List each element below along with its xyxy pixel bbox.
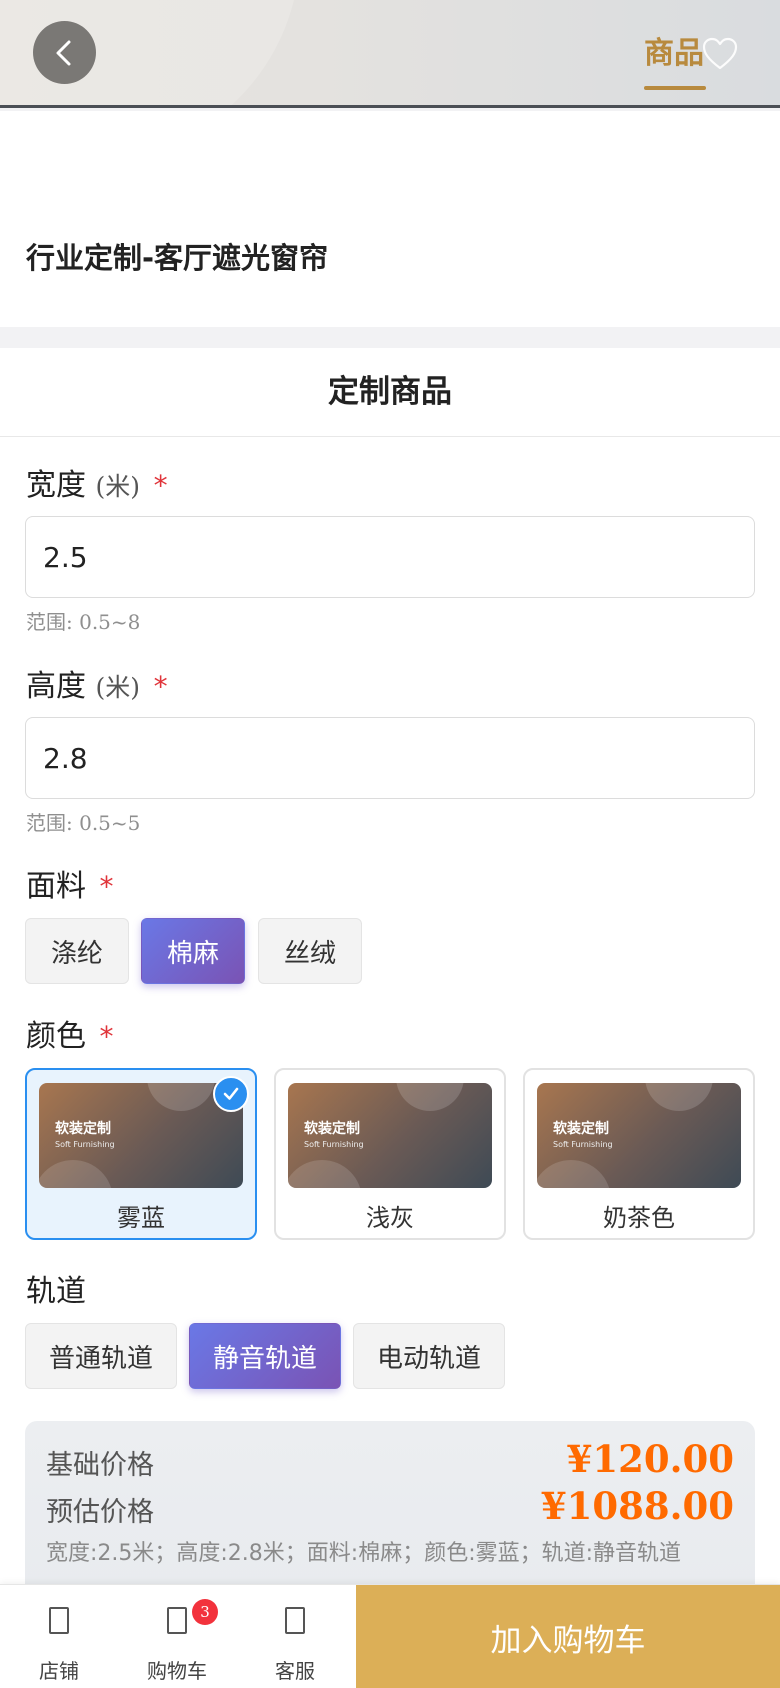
- color-option-mist-blue[interactable]: 软装定制 Soft Furnishing 雾蓝: [25, 1068, 257, 1240]
- width-label-text: 宽度: [26, 468, 86, 503]
- fabric-label-text: 面料: [26, 869, 86, 904]
- back-button[interactable]: [33, 21, 96, 84]
- width-range-hint: 范围: 0.5~8: [26, 610, 141, 634]
- color-label: 颜色 *: [26, 1011, 114, 1055]
- thumb-decoration: [645, 1083, 713, 1111]
- base-price-label: 基础价格: [46, 1450, 154, 1481]
- spec-summary: 宽度:2.5米；高度:2.8米；面料:棉麻；颜色:雾蓝；轨道:静音轨道: [46, 1541, 682, 1566]
- fabric-label: 面料 *: [26, 861, 114, 905]
- product-title: 行业定制-客厅遮光窗帘: [26, 241, 329, 275]
- height-label-text: 高度: [26, 669, 86, 704]
- thumb-decoration: [396, 1083, 464, 1111]
- height-input[interactable]: 2.8: [25, 717, 755, 799]
- track-label: 轨道: [26, 1274, 86, 1309]
- color-thumbnail: 软装定制 Soft Furnishing: [288, 1083, 492, 1188]
- cart-nav-item[interactable]: 3 购物车: [118, 1585, 236, 1688]
- bottom-action-bar: 店铺 3 购物车 客服 加入购物车: [0, 1584, 780, 1688]
- color-option-name: 奶茶色: [603, 1204, 675, 1232]
- fabric-option-velvet[interactable]: 丝绒: [258, 918, 362, 984]
- store-label: 店铺: [39, 1659, 79, 1683]
- service-nav-item[interactable]: 客服: [236, 1585, 354, 1688]
- top-bar: 商品: [0, 0, 780, 108]
- thumb-title: 软装定制: [304, 1121, 360, 1137]
- thumb-decoration: [147, 1083, 215, 1111]
- store-icon: [49, 1607, 69, 1634]
- width-label: 宽度 (米) *: [26, 460, 168, 504]
- thumb-subtitle: Soft Furnishing: [553, 1140, 613, 1149]
- cart-icon: [167, 1607, 187, 1634]
- color-option-name: 浅灰: [366, 1204, 414, 1232]
- thumb-decoration: [39, 1160, 113, 1188]
- color-option-milk-tea[interactable]: 软装定制 Soft Furnishing 奶茶色: [523, 1068, 755, 1240]
- fabric-option-cotton-linen[interactable]: 棉麻: [141, 918, 245, 984]
- color-option-name: 雾蓝: [117, 1204, 165, 1232]
- width-input[interactable]: 2.5: [25, 516, 755, 598]
- cart-label: 购物车: [147, 1659, 207, 1683]
- custom-product-panel: 定制商品 宽度 (米) * 2.5 范围: 0.5~8 高度 (米) * 2.8…: [0, 348, 780, 1688]
- height-range-hint: 范围: 0.5~5: [26, 811, 141, 835]
- add-to-cart-button[interactable]: 加入购物车: [356, 1585, 780, 1688]
- track-option-electric[interactable]: 电动轨道: [353, 1323, 505, 1389]
- service-label: 客服: [275, 1659, 315, 1683]
- fabric-required-mark: *: [99, 870, 114, 903]
- color-required-mark: *: [99, 1020, 114, 1053]
- thumb-subtitle: Soft Furnishing: [55, 1140, 115, 1149]
- height-label: 高度 (米) *: [26, 661, 168, 705]
- width-unit: (米): [95, 472, 141, 501]
- chevron-left-icon: [56, 40, 70, 65]
- height-unit: (米): [95, 673, 141, 702]
- thumb-decoration: [537, 1160, 611, 1188]
- panel-title: 定制商品: [0, 348, 780, 437]
- product-title-section: 行业定制-客厅遮光窗帘: [0, 111, 780, 327]
- store-nav-item[interactable]: 店铺: [0, 1585, 118, 1688]
- cart-count-badge: 3: [192, 1599, 218, 1625]
- heart-outline-icon[interactable]: [700, 34, 740, 74]
- width-required-mark: *: [153, 469, 168, 502]
- color-thumbnail: 软装定制 Soft Furnishing: [537, 1083, 741, 1188]
- thumb-decoration: [288, 1160, 362, 1188]
- checkmark-icon: [223, 1087, 239, 1100]
- base-price-value: ¥120.00: [566, 1437, 734, 1481]
- estimated-price-value: ¥1088.00: [540, 1484, 734, 1528]
- thumb-subtitle: Soft Furnishing: [304, 1140, 364, 1149]
- height-required-mark: *: [153, 670, 168, 703]
- selected-check-icon: [213, 1076, 249, 1112]
- track-option-standard[interactable]: 普通轨道: [25, 1323, 177, 1389]
- estimated-price-label: 预估价格: [46, 1497, 154, 1528]
- thumb-title: 软装定制: [55, 1121, 111, 1137]
- tab-product[interactable]: 商品: [644, 28, 704, 72]
- tab-active-indicator: [644, 86, 706, 90]
- color-label-text: 颜色: [26, 1019, 86, 1054]
- color-option-light-gray[interactable]: 软装定制 Soft Furnishing 浅灰: [274, 1068, 506, 1240]
- color-thumbnail: 软装定制 Soft Furnishing: [39, 1083, 243, 1188]
- fabric-option-polyester[interactable]: 涤纶: [25, 918, 129, 984]
- track-option-silent[interactable]: 静音轨道: [189, 1323, 341, 1389]
- customer-service-icon: [285, 1607, 305, 1634]
- thumb-title: 软装定制: [553, 1121, 609, 1137]
